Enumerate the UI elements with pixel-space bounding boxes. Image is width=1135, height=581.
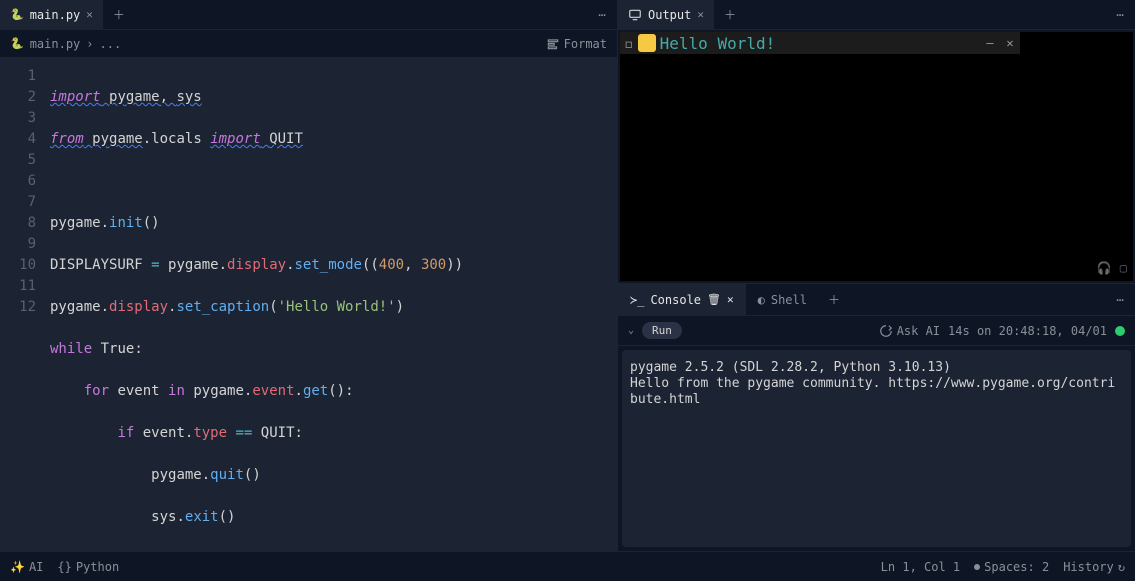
python-file-icon: 🐍 xyxy=(10,8,24,21)
ask-ai-label: Ask AI xyxy=(897,324,940,338)
close-icon[interactable]: ✕ xyxy=(1000,32,1020,54)
line-number: 8 xyxy=(0,213,36,234)
close-icon[interactable]: ✕ xyxy=(86,8,93,21)
status-bar: ✨ AI {} Python Ln 1, Col 1 Spaces: 2 His… xyxy=(0,551,1135,581)
add-tab-button[interactable]: ＋ xyxy=(715,0,745,29)
output-tab[interactable]: Output ✕ xyxy=(618,0,715,29)
line-number: 2 xyxy=(0,87,36,108)
line-number: 11 xyxy=(0,276,36,297)
minimize-icon[interactable]: — xyxy=(980,32,1000,54)
language-button[interactable]: {} Python xyxy=(57,560,119,574)
console-output[interactable]: pygame 2.5.2 (SDL 2.28.2, Python 3.10.13… xyxy=(622,350,1131,547)
terminal-icon: ≻_ xyxy=(630,293,644,307)
line-number: 5 xyxy=(0,150,36,171)
format-button[interactable]: Format xyxy=(546,37,607,51)
history-button[interactable]: History ↻ xyxy=(1063,560,1125,574)
line-number: 12 xyxy=(0,297,36,318)
format-icon xyxy=(546,37,560,51)
add-tab-button[interactable]: ＋ xyxy=(819,284,849,315)
trash-icon[interactable]: 🗑 xyxy=(707,293,721,306)
run-button[interactable]: Run xyxy=(642,322,682,339)
console-pane: ≻_ Console 🗑 ✕ ◐ Shell ＋ ⋯ ⌄ Run xyxy=(618,284,1135,551)
close-icon[interactable]: ✕ xyxy=(727,293,734,306)
breadcrumb: 🐍 main.py › ... Format xyxy=(0,30,617,58)
line-number: 4 xyxy=(0,129,36,150)
ai-icon xyxy=(879,324,893,338)
ask-ai-button[interactable]: Ask AI xyxy=(879,324,940,338)
ai-button[interactable]: ✨ AI xyxy=(10,560,43,574)
status-indicator xyxy=(1115,326,1125,336)
breadcrumb-file[interactable]: main.py xyxy=(30,37,81,51)
output-tab-label: Output xyxy=(648,8,691,22)
pygame-app-icon xyxy=(638,34,656,52)
python-file-icon: 🐍 xyxy=(10,37,24,50)
run-timing: 14s on 20:48:18, 04/01 xyxy=(948,324,1107,338)
output-tabbar: Output ✕ ＋ ⋯ xyxy=(618,0,1135,30)
indentation-button[interactable]: Spaces: 2 xyxy=(974,560,1049,574)
tab-overflow-button[interactable]: ⋯ xyxy=(1105,284,1135,315)
console-tab[interactable]: ≻_ Console 🗑 ✕ xyxy=(618,284,746,315)
shell-tab-label: Shell xyxy=(771,293,807,307)
tab-overflow-button[interactable]: ⋯ xyxy=(587,0,617,29)
line-number: 10 xyxy=(0,255,36,276)
tab-overflow-button[interactable]: ⋯ xyxy=(1105,0,1135,29)
shell-icon: ◐ xyxy=(758,293,765,307)
output-canvas[interactable]: ▫ Hello World! — ✕ 🎧 ▢ xyxy=(620,32,1133,281)
fullscreen-icon[interactable]: ▢ xyxy=(1120,261,1127,275)
line-number: 3 xyxy=(0,108,36,129)
line-number: 6 xyxy=(0,171,36,192)
run-bar: ⌄ Run Ask AI 14s on 20:48:18, 04/01 xyxy=(618,316,1135,346)
window-system-icon: ▫ xyxy=(624,34,634,53)
editor-tabbar: 🐍 main.py ✕ ＋ ⋯ xyxy=(0,0,617,30)
add-tab-button[interactable]: ＋ xyxy=(104,0,134,29)
pygame-titlebar: ▫ Hello World! — ✕ xyxy=(620,32,1020,54)
line-gutter: 1 2 3 4 5 6 7 8 9 10 11 12 xyxy=(0,58,42,551)
pygame-title: Hello World! xyxy=(660,34,776,53)
line-number: 9 xyxy=(0,234,36,255)
breadcrumb-more[interactable]: ... xyxy=(100,37,122,51)
monitor-icon xyxy=(628,8,642,22)
right-pane: Output ✕ ＋ ⋯ ▫ Hello World! — ✕ xyxy=(618,0,1135,551)
chevron-down-icon[interactable]: ⌄ xyxy=(628,325,634,336)
console-tabbar: ≻_ Console 🗑 ✕ ◐ Shell ＋ ⋯ xyxy=(618,284,1135,316)
shell-tab[interactable]: ◐ Shell xyxy=(746,284,819,315)
dot-icon xyxy=(974,564,980,570)
close-icon[interactable]: ✕ xyxy=(697,8,704,21)
console-tab-label: Console xyxy=(650,293,701,307)
cursor-position[interactable]: Ln 1, Col 1 xyxy=(881,560,960,574)
code-editor[interactable]: 1 2 3 4 5 6 7 8 9 10 11 12 import pygame… xyxy=(0,58,617,551)
history-icon: ↻ xyxy=(1118,560,1125,574)
editor-tab-main-py[interactable]: 🐍 main.py ✕ xyxy=(0,0,104,29)
line-number: 1 xyxy=(0,66,36,87)
breadcrumb-separator: › xyxy=(86,37,93,51)
headphones-icon[interactable]: 🎧 xyxy=(1097,261,1112,275)
line-number: 7 xyxy=(0,192,36,213)
code-body[interactable]: import pygame, sys from pygame.locals im… xyxy=(42,58,463,551)
brackets-icon: {} xyxy=(57,560,71,574)
editor-tab-label: main.py xyxy=(30,8,81,22)
editor-pane: 🐍 main.py ✕ ＋ ⋯ 🐍 main.py › ... Format xyxy=(0,0,618,551)
format-label: Format xyxy=(564,37,607,51)
output-pane: Output ✕ ＋ ⋯ ▫ Hello World! — ✕ xyxy=(618,0,1135,284)
ai-icon: ✨ xyxy=(10,560,25,574)
